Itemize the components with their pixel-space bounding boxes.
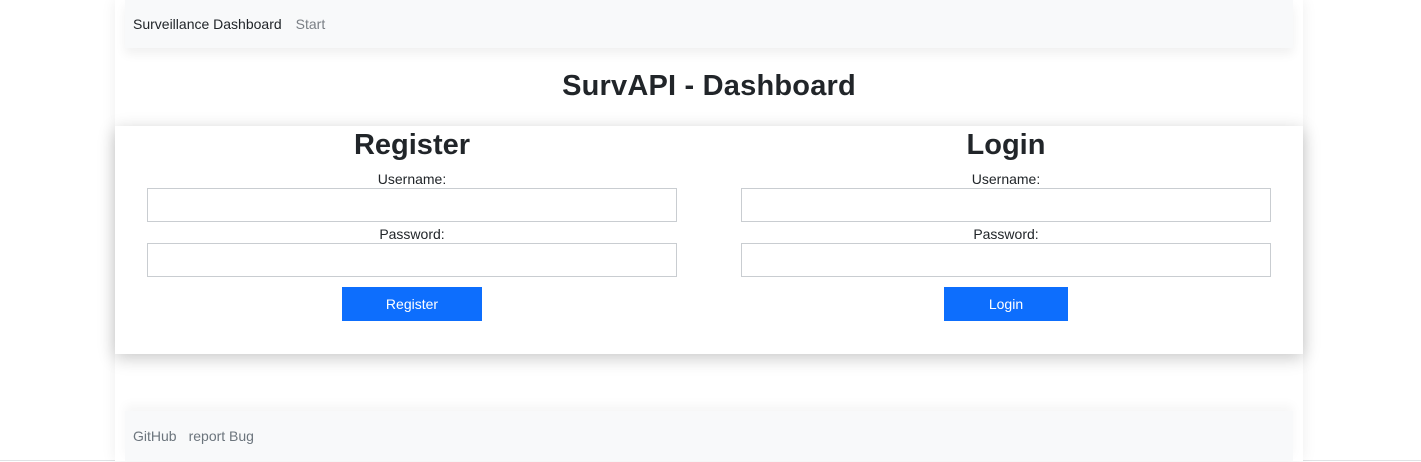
login-username-label: Username: <box>971 171 1041 187</box>
register-button[interactable]: Register <box>342 287 482 321</box>
page: Surveillance Dashboard Start SurvAPI - D… <box>0 0 1421 461</box>
login-form: Login Username: Password: Login <box>741 126 1271 321</box>
navbar-brand-link[interactable]: Surveillance Dashboard <box>133 16 282 32</box>
register-title: Register <box>353 129 471 161</box>
top-navbar: Surveillance Dashboard Start <box>125 0 1293 48</box>
register-username-label: Username: <box>377 171 447 187</box>
login-password-label: Password: <box>973 226 1039 242</box>
footer-link-report-bug[interactable]: report Bug <box>189 428 254 444</box>
footer: GitHub report Bug <box>125 411 1293 461</box>
login-title: Login <box>966 129 1046 161</box>
register-password-input[interactable] <box>147 243 677 277</box>
login-password-input[interactable] <box>741 243 1271 277</box>
login-button[interactable]: Login <box>944 287 1068 321</box>
nav-link-start[interactable]: Start <box>296 16 326 32</box>
page-title: SurvAPI - Dashboard <box>562 70 856 102</box>
auth-card: Register Username: Password: Register Lo… <box>115 126 1303 354</box>
register-username-input[interactable] <box>147 188 677 222</box>
register-form: Register Username: Password: Register <box>147 126 677 321</box>
login-username-input[interactable] <box>741 188 1271 222</box>
register-password-label: Password: <box>379 226 445 242</box>
footer-link-github[interactable]: GitHub <box>133 428 177 444</box>
main-container: Surveillance Dashboard Start SurvAPI - D… <box>115 0 1303 461</box>
